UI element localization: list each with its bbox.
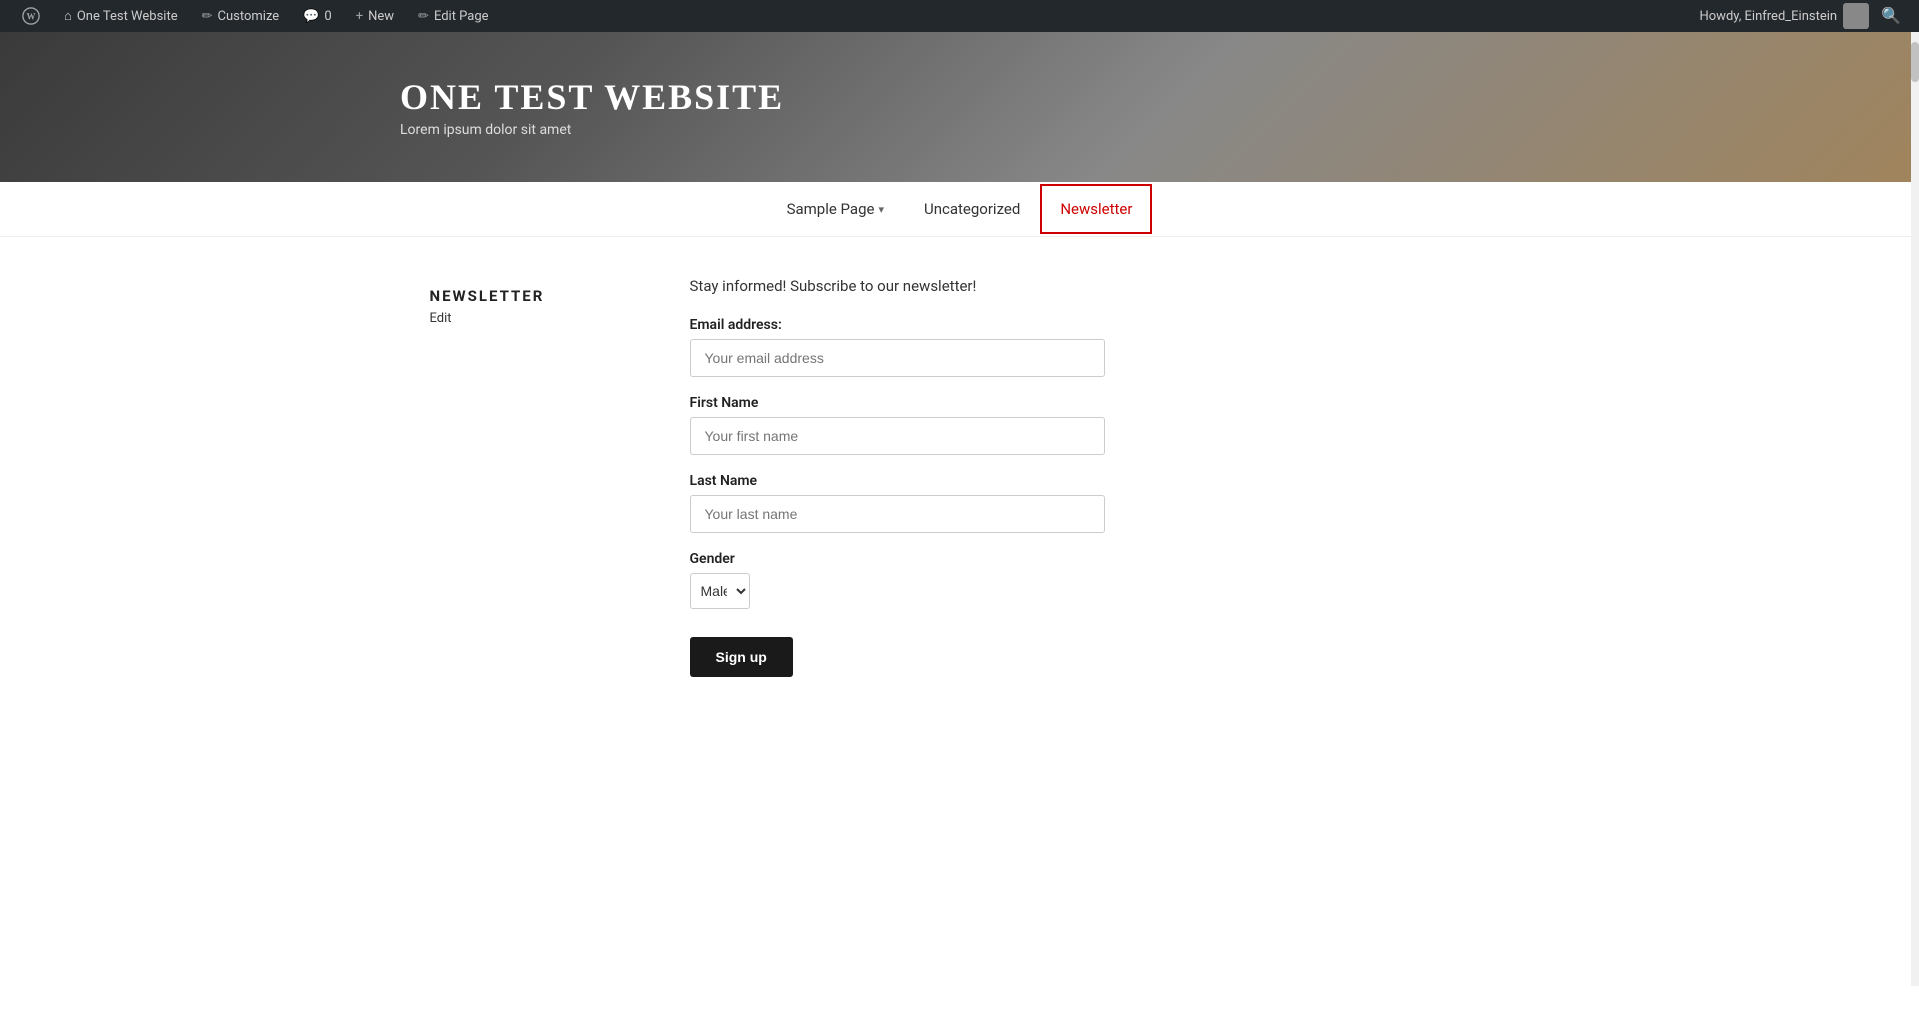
adminbar-edit-page[interactable]: ✏ Edit Page: [408, 0, 499, 32]
newsletter-section-title: NEWSLETTER: [430, 287, 630, 305]
adminbar-customize[interactable]: ✏ Customize: [192, 0, 290, 32]
first-name-label: First Name: [690, 395, 1490, 411]
nav-item-sample-page[interactable]: Sample Page ▾: [767, 182, 904, 236]
nav-item-uncategorized[interactable]: Uncategorized: [904, 182, 1040, 236]
nav-inner: Sample Page ▾ Uncategorized Newsletter: [767, 182, 1153, 236]
adminbar-comments[interactable]: 💬 0: [293, 0, 342, 32]
adminbar-search-button[interactable]: 🔍: [1875, 6, 1907, 26]
hero-content: ONE TEST WEBSITE Lorem ipsum dolor sit a…: [400, 76, 784, 138]
user-avatar[interactable]: [1843, 3, 1869, 29]
content-left: NEWSLETTER Edit: [430, 277, 630, 677]
nav-dropdown-arrow-sample-page: ▾: [878, 203, 884, 216]
adminbar-right: Howdy, Einfred_Einstein 🔍: [1699, 3, 1907, 29]
svg-text:W: W: [27, 12, 36, 22]
gender-label: Gender: [690, 551, 1490, 567]
gender-field-group: Gender Male Female Other: [690, 551, 1490, 609]
adminbar-new[interactable]: + New: [346, 0, 404, 32]
email-input[interactable]: [690, 339, 1105, 377]
site-title: ONE TEST WEBSITE: [400, 76, 784, 118]
edit-page-icon: ✏: [418, 9, 429, 24]
nav-label-newsletter: Newsletter: [1060, 200, 1132, 218]
adminbar-left: W ⌂ One Test Website ✏ Customize 💬 0 + N…: [12, 0, 1699, 32]
newsletter-form-area: Stay informed! Subscribe to our newslett…: [690, 277, 1490, 677]
signup-button[interactable]: Sign up: [690, 637, 793, 677]
main-content: NEWSLETTER Edit Stay informed! Subscribe…: [410, 237, 1510, 737]
last-name-label: Last Name: [690, 473, 1490, 489]
edit-link[interactable]: Edit: [430, 311, 630, 326]
first-name-input[interactable]: [690, 417, 1105, 455]
nav-label-uncategorized: Uncategorized: [924, 200, 1020, 218]
site-tagline: Lorem ipsum dolor sit amet: [400, 122, 784, 138]
hero-background: [0, 32, 1919, 182]
email-field-group: Email address:: [690, 317, 1490, 377]
gender-select[interactable]: Male Female Other: [690, 573, 750, 609]
nav-item-newsletter[interactable]: Newsletter: [1040, 184, 1152, 234]
first-name-field-group: First Name: [690, 395, 1490, 455]
adminbar-user-greeting: Howdy, Einfred_Einstein: [1699, 9, 1837, 24]
adminbar-wp-logo[interactable]: W: [12, 0, 50, 32]
hero-section: ONE TEST WEBSITE Lorem ipsum dolor sit a…: [0, 32, 1919, 182]
new-icon: +: [356, 9, 363, 24]
last-name-input[interactable]: [690, 495, 1105, 533]
admin-bar: W ⌂ One Test Website ✏ Customize 💬 0 + N…: [0, 0, 1919, 32]
adminbar-site-name[interactable]: ⌂ One Test Website: [54, 0, 188, 32]
scrollbar-track: [1911, 32, 1919, 986]
form-intro-text: Stay informed! Subscribe to our newslett…: [690, 277, 1490, 295]
scrollbar-thumb[interactable]: [1911, 42, 1919, 82]
customize-icon: ✏: [202, 9, 213, 24]
nav-label-sample-page: Sample Page: [787, 200, 875, 218]
email-label: Email address:: [690, 317, 1490, 333]
adminbar-site-icon: ⌂: [64, 8, 72, 24]
main-navigation: Sample Page ▾ Uncategorized Newsletter: [0, 182, 1919, 237]
last-name-field-group: Last Name: [690, 473, 1490, 533]
comments-icon: 💬: [303, 9, 319, 24]
